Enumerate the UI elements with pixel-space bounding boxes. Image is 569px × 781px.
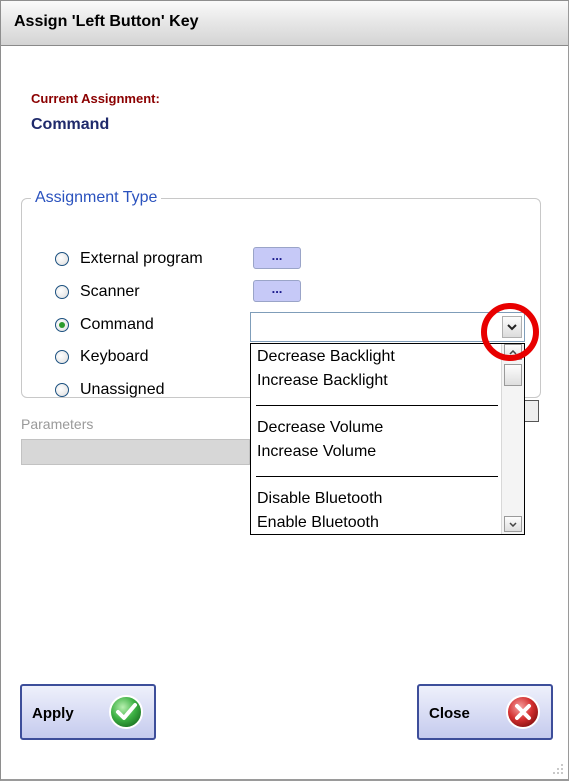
scroll-thumb[interactable] [504, 364, 522, 386]
checkmark-circle-icon [109, 695, 143, 729]
radio-button[interactable] [55, 350, 69, 364]
current-assignment-value: Command [31, 116, 110, 133]
highlight-circle-annotation [481, 303, 539, 361]
browse-program-button[interactable]: ... [253, 247, 301, 269]
parameters-input[interactable] [21, 439, 250, 465]
radio-button-selected[interactable] [55, 318, 69, 332]
apply-label: Apply [32, 705, 74, 722]
current-assignment-label: Current Assignment: [31, 91, 160, 106]
scroll-down-button[interactable] [504, 516, 522, 532]
radio-label: Unassigned [80, 381, 165, 398]
assign-key-dialog: Assign 'Left Button' Key Current Assignm… [0, 0, 569, 781]
radio-scanner[interactable]: Scanner [55, 281, 140, 303]
assignment-type-legend: Assignment Type [31, 189, 162, 207]
dropdown-item[interactable]: Enable Bluetooth [257, 514, 379, 532]
window-title: Assign 'Left Button' Key [14, 13, 199, 30]
parameters-browse-button[interactable] [525, 400, 539, 422]
command-dropdown-list[interactable]: Decrease Backlight Increase Backlight De… [250, 343, 525, 535]
browse-scanner-button[interactable]: ... [253, 280, 301, 302]
dropdown-item[interactable]: Decrease Backlight [257, 348, 395, 366]
dropdown-item[interactable]: Disable Bluetooth [257, 490, 382, 508]
dropdown-item[interactable]: Increase Volume [257, 443, 376, 461]
radio-button[interactable] [55, 383, 69, 397]
radio-label: External program [80, 250, 203, 267]
resize-grip-icon[interactable] [552, 763, 564, 775]
radio-unassigned[interactable]: Unassigned [55, 379, 165, 401]
radio-label: Command [80, 316, 154, 333]
close-button[interactable]: Close [417, 684, 553, 740]
apply-button[interactable]: Apply [20, 684, 156, 740]
radio-command[interactable]: Command [55, 314, 154, 336]
dropdown-item[interactable]: Increase Backlight [257, 372, 388, 390]
radio-external-program[interactable]: External program [55, 248, 203, 270]
radio-keyboard[interactable]: Keyboard [55, 346, 149, 368]
dropdown-item[interactable]: Decrease Volume [257, 419, 383, 437]
title-bar[interactable]: Assign 'Left Button' Key [1, 1, 568, 46]
parameters-label: Parameters [21, 416, 94, 432]
radio-label: Keyboard [80, 348, 149, 365]
radio-label: Scanner [80, 283, 140, 300]
dropdown-separator [256, 405, 498, 406]
dropdown-separator [256, 476, 498, 477]
dropdown-scrollbar[interactable] [501, 344, 524, 534]
radio-button[interactable] [55, 252, 69, 266]
x-circle-icon [506, 695, 540, 729]
close-label: Close [429, 705, 470, 722]
radio-button[interactable] [55, 285, 69, 299]
